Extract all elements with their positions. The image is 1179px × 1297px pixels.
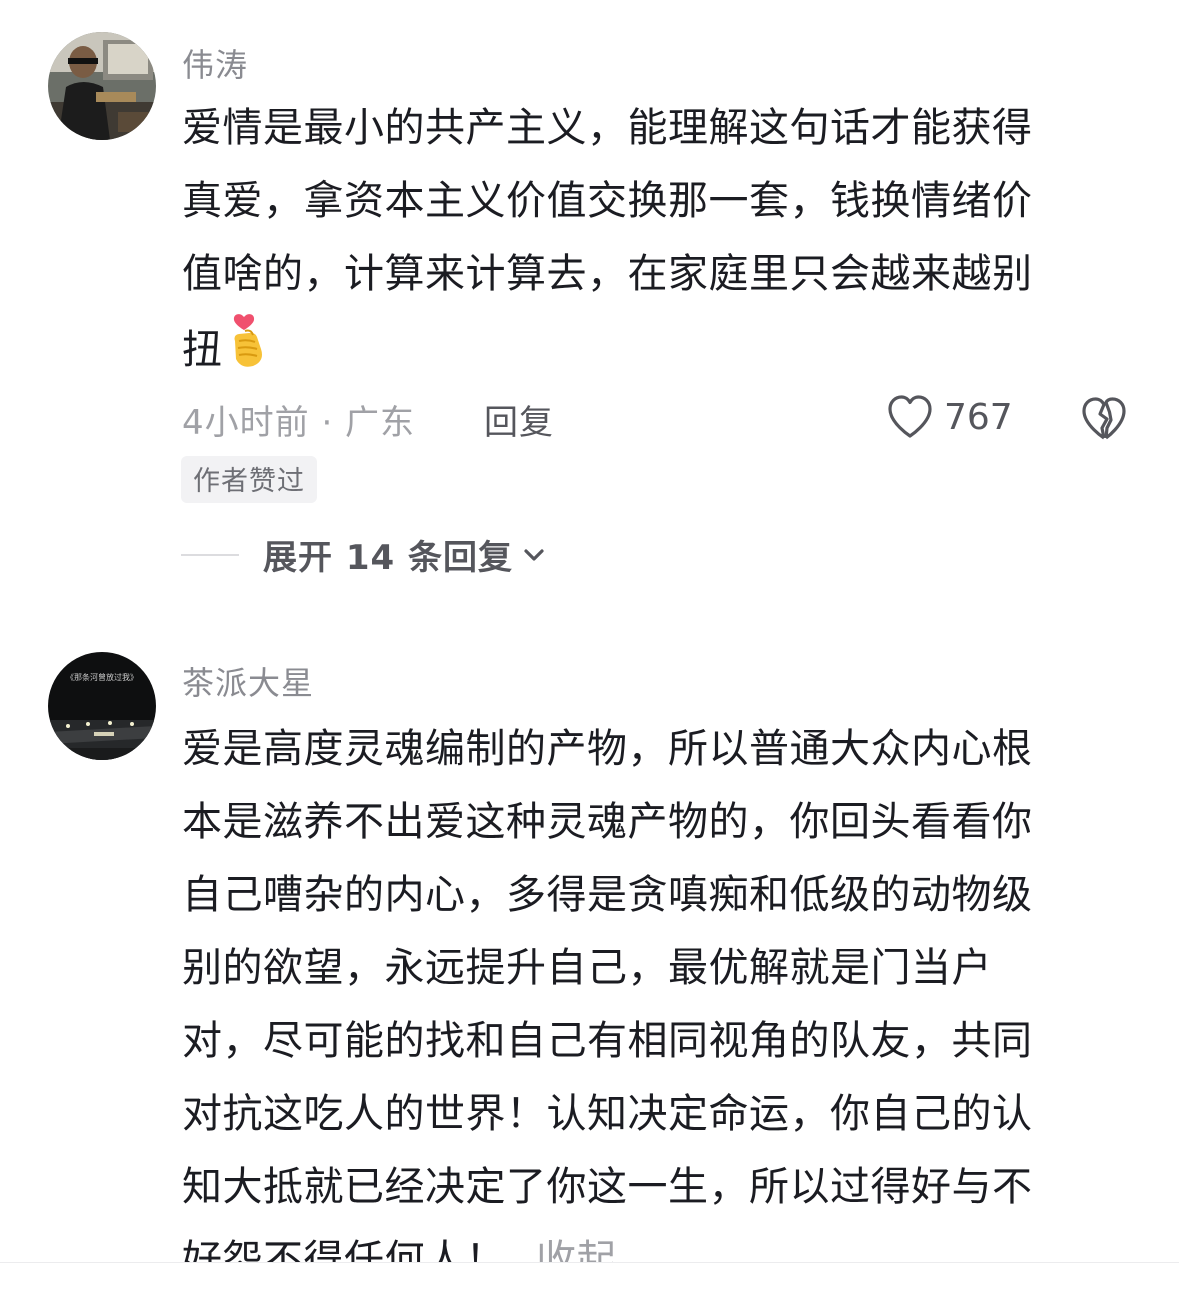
comment-line: 爱情是最小的共产主义，能理解这句话才能获得	[182, 105, 1033, 151]
avatar-caption: 《那条河曾放过我》	[66, 672, 138, 682]
comment-text: 爱情是最小的共产主义，能理解这句话才能获得 真爱，拿资本主义价值交换那一套，钱换…	[182, 92, 1122, 384]
broken-heart-icon	[1082, 397, 1126, 440]
divider	[181, 553, 239, 556]
comment-line: 对抗这吃人的世界！认知决定命运，你自己的认	[182, 1091, 1033, 1137]
expand-replies-label: 展开 14 条回复	[263, 538, 513, 578]
heart-icon	[888, 395, 932, 438]
comment-username[interactable]: 茶派大星	[182, 658, 314, 704]
chevron-down-icon	[524, 548, 544, 561]
comment-text: 爱是高度灵魂编制的产物，所以普通大众内心根 本是滋养不出爱这种灵魂产物的，你回头…	[182, 713, 1122, 1297]
dislike-button[interactable]	[1080, 396, 1128, 446]
comment-line: 本是滋养不出爱这种灵魂产物的，你回头看看你	[182, 799, 1033, 845]
comment-line: 值啥的，计算来计算去，在家庭里只会越来越别	[182, 251, 1033, 297]
comment-line: 知大抵就已经决定了你这一生，所以过得好与不	[182, 1164, 1033, 1210]
like-count: 767	[944, 396, 1013, 438]
comment-line-last: 好怨不得任何人！ 收起	[182, 1224, 1122, 1297]
like-button[interactable]: 767	[886, 392, 1013, 442]
comment-line-last: 扭	[182, 311, 1122, 384]
reply-button[interactable]: 回复	[484, 395, 554, 444]
user-avatar[interactable]	[48, 32, 156, 140]
comment-line: 自己嘈杂的内心，多得是贪嗔痴和低级的动物级	[182, 872, 1033, 918]
avatar-photo-icon	[48, 32, 156, 140]
comment-time-location: 4小时前 · 广东	[182, 403, 416, 443]
author-liked-badge: 作者赞过	[181, 456, 317, 503]
comment-line: 爱是高度灵魂编制的产物，所以普通大众内心根	[182, 726, 1033, 772]
comment-username[interactable]: 伟涛	[182, 40, 248, 86]
avatar-night-road-icon: 《那条河曾放过我》	[48, 652, 156, 760]
screen-bottom-edge	[0, 1262, 1179, 1280]
comment-line: 对，尽可能的找和自己有相同视角的队友，共同	[182, 1018, 1033, 1064]
comment-line: 扭	[182, 327, 223, 373]
comment-line: 别的欲望，永远提升自己，最优解就是门当户	[182, 945, 992, 991]
comment-line: 真爱，拿资本主义价值交换那一套，钱换情绪价	[182, 178, 1033, 224]
expand-replies-button[interactable]: 展开 14 条回复	[181, 530, 547, 579]
finger-heart-icon	[227, 311, 271, 393]
user-avatar[interactable]: 《那条河曾放过我》	[48, 652, 156, 760]
